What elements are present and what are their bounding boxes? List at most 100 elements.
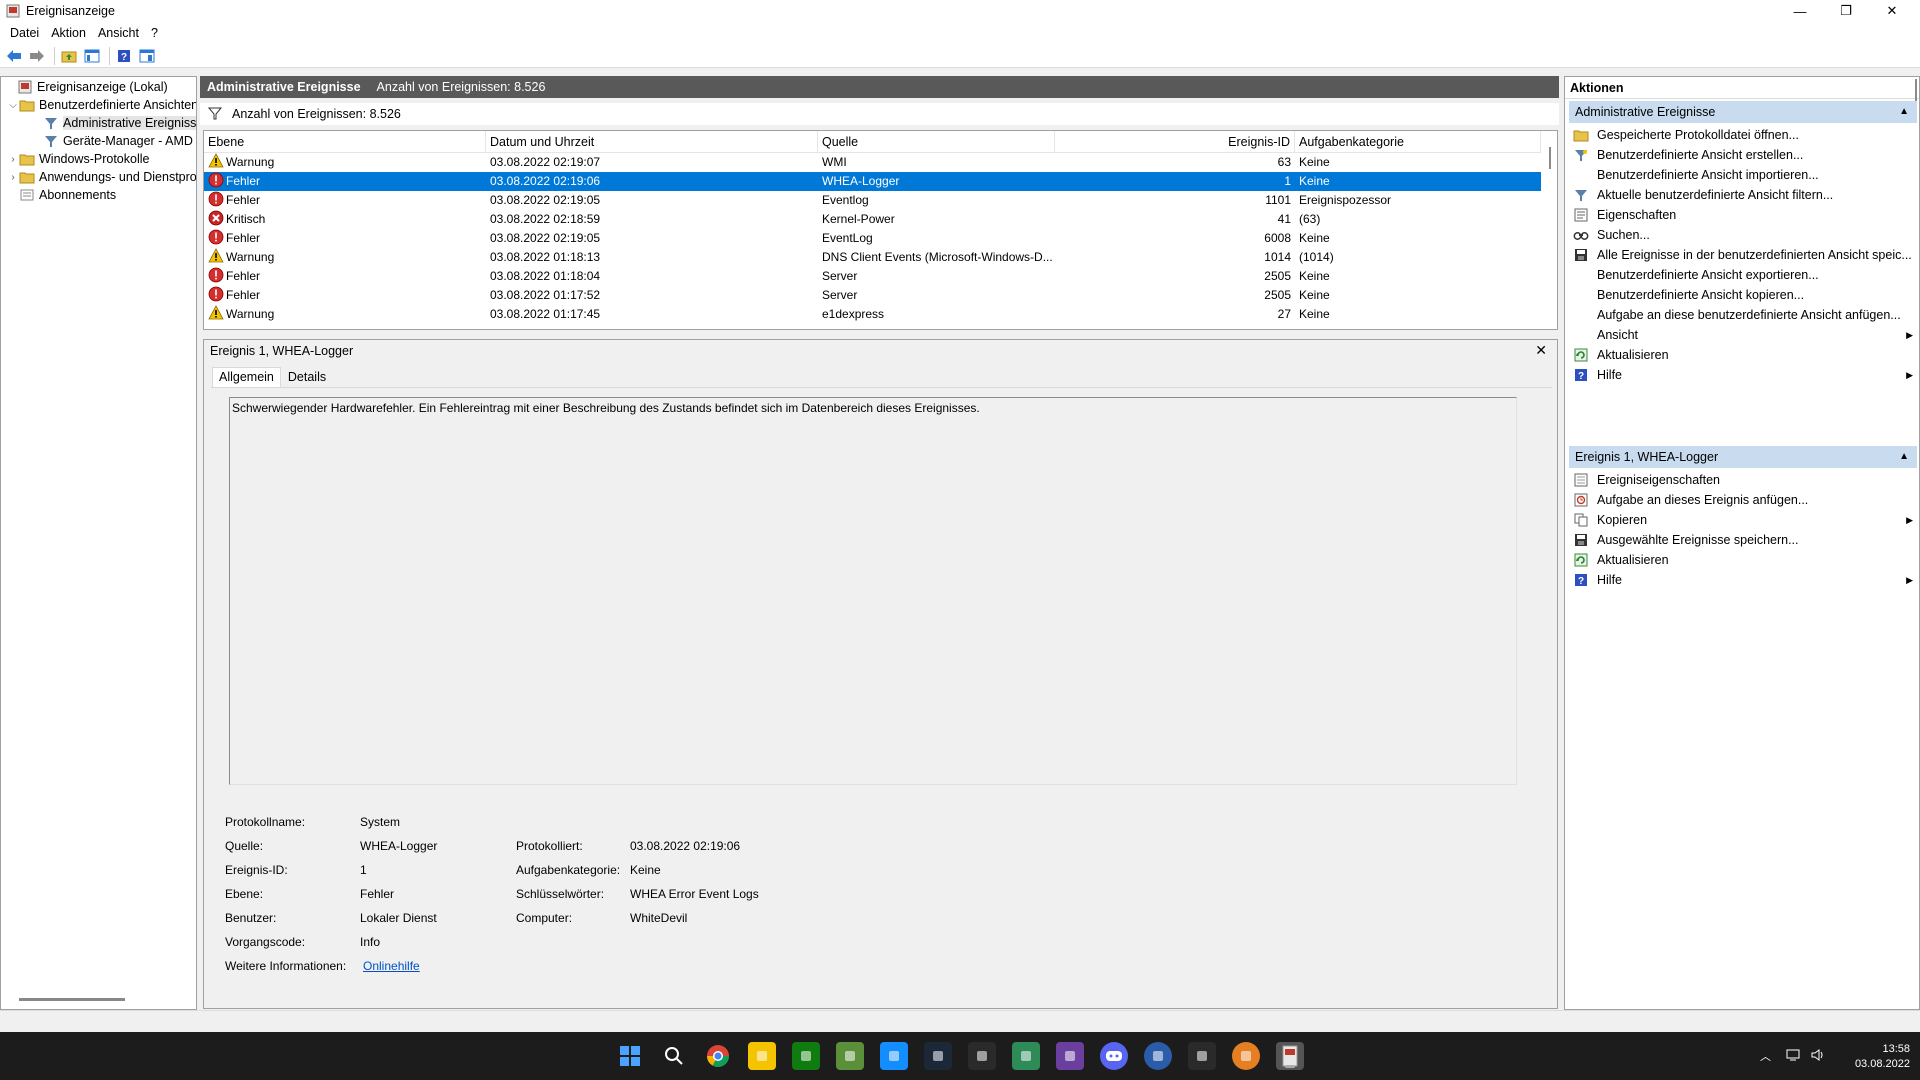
maximize-button[interactable]: ❐ xyxy=(1823,0,1869,22)
steam-icon[interactable] xyxy=(924,1042,952,1070)
action-hilfe[interactable]: ? Hilfe ▶ xyxy=(1569,365,1917,385)
cell-source: Server xyxy=(822,288,858,302)
minimize-button[interactable]: — xyxy=(1777,0,1823,22)
cell-source: Kernel-Power xyxy=(822,212,895,226)
vertical-scrollbar[interactable] xyxy=(1549,147,1551,169)
back-icon[interactable] xyxy=(4,46,24,66)
menu-help[interactable]: ? xyxy=(145,26,164,40)
table-row[interactable]: Kritisch 03.08.2022 02:18:59 Kernel-Power 4… xyxy=(204,210,1541,229)
table-row[interactable]: Warnung 03.08.2022 01:18:13 DNS Client Eve… xyxy=(204,248,1541,267)
tree-item-event-viewer[interactable]: Ereignisanzeige (Lokal) xyxy=(5,78,168,96)
cell-event-id: 6008 xyxy=(1264,231,1291,245)
tab-details[interactable]: Details xyxy=(281,367,333,387)
discord-icon[interactable] xyxy=(1100,1042,1128,1070)
folder-up-icon[interactable] xyxy=(59,46,79,66)
menu-datei[interactable]: Datei xyxy=(4,26,45,40)
section-administrative-events[interactable]: Administrative Ereignisse ▲ xyxy=(1569,101,1917,123)
action-kopieren[interactable]: Kopieren ▶ xyxy=(1569,510,1917,530)
network-icon[interactable] xyxy=(1786,1048,1802,1065)
cell-date: 03.08.2022 01:17:45 xyxy=(490,307,601,321)
action-hilfe[interactable]: ? Hilfe ▶ xyxy=(1569,570,1917,590)
column-header-event-id[interactable]: Ereignis-ID xyxy=(1055,131,1295,153)
action-label: Aktualisieren xyxy=(1597,348,1669,362)
xbox-game-icon[interactable] xyxy=(1012,1042,1040,1070)
table-row[interactable]: Warnung 03.08.2022 02:19:07 WMI 63 Keine xyxy=(204,153,1541,172)
column-header-date[interactable]: Datum und Uhrzeit xyxy=(486,131,818,153)
volume-icon[interactable] xyxy=(1810,1048,1826,1065)
chrome-icon[interactable] xyxy=(704,1042,732,1070)
action-aufgabe-an-dieses-ereignis-anfügen[interactable]: Aufgabe an dieses Ereignis anfügen... xyxy=(1569,490,1917,510)
action-aktuelle-benutzerdefinierte-ansicht-filtern[interactable]: Aktuelle benutzerdefinierte Ansicht filt… xyxy=(1569,185,1917,205)
action-ereigniseigenschaften[interactable]: Ereigniseigenschaften xyxy=(1569,470,1917,490)
event-message[interactable]: Schwerwiegender Hardwarefehler. Ein Fehl… xyxy=(229,397,1517,785)
tree-item-device-manager[interactable]: Geräte-Manager - AMD F xyxy=(31,132,196,150)
action-alle-ereignisse-in-der-benutzerdefinierten-ansicht-speic[interactable]: Alle Ereignisse in der benutzerdefiniert… xyxy=(1569,245,1917,265)
help-icon[interactable]: ? xyxy=(114,46,134,66)
action-gespeicherte-protokolldatei-öffnen[interactable]: Gespeicherte Protokolldatei öffnen... xyxy=(1569,125,1917,145)
tree-item-administrative-events[interactable]: Administrative Ereignisse xyxy=(31,114,196,132)
blue-orb-icon[interactable] xyxy=(1144,1042,1172,1070)
action-suchen[interactable]: Suchen... xyxy=(1569,225,1917,245)
close-icon[interactable]: ✕ xyxy=(1535,342,1547,359)
column-header-level[interactable]: Ebene xyxy=(204,131,486,153)
action-benutzerdefinierte-ansicht-erstellen[interactable]: Benutzerdefinierte Ansicht erstellen... xyxy=(1569,145,1917,165)
chevron-right-icon[interactable]: › xyxy=(7,172,19,183)
tab-general[interactable]: Allgemein xyxy=(212,367,281,387)
purple-app-icon[interactable] xyxy=(1056,1042,1084,1070)
tree-item-custom-views[interactable]: ⌵ Benutzerdefinierte Ansichten xyxy=(7,96,196,114)
table-row[interactable]: Fehler 03.08.2022 02:19:06 WHEA-Logger 1 Kei… xyxy=(204,172,1541,191)
start-icon[interactable] xyxy=(616,1042,644,1070)
table-row[interactable]: Fehler 03.08.2022 01:18:04 Server 2505 Keine xyxy=(204,267,1541,286)
orange-app-icon[interactable] xyxy=(1232,1042,1260,1070)
tree-item-app-service-logs[interactable]: › Anwendungs- und Dienstpro xyxy=(7,168,197,186)
search-icon[interactable] xyxy=(660,1042,688,1070)
column-header-source[interactable]: Quelle xyxy=(818,131,1055,153)
close-button[interactable]: ✕ xyxy=(1869,0,1915,22)
minecraft-icon[interactable] xyxy=(836,1042,864,1070)
properties-icon[interactable] xyxy=(137,46,157,66)
forward-icon[interactable] xyxy=(27,46,47,66)
action-benutzerdefinierte-ansicht-importieren[interactable]: Benutzerdefinierte Ansicht importieren..… xyxy=(1569,165,1917,185)
tree-item-subscriptions[interactable]: Abonnements xyxy=(7,186,116,204)
chevron-up-icon[interactable]: ︿ xyxy=(1760,1048,1771,1064)
cell-category: (1014) xyxy=(1299,250,1334,264)
chevron-down-icon[interactable]: ⌵ xyxy=(7,100,19,111)
table-row[interactable]: Fehler 03.08.2022 02:19:05 Eventlog 1101 Ere… xyxy=(204,191,1541,210)
horizontal-scrollbar[interactable] xyxy=(19,998,125,1001)
collapse-icon[interactable]: ▲ xyxy=(1899,446,1909,468)
column-header-category[interactable]: Aufgabenkategorie xyxy=(1295,131,1541,153)
action-aufgabe-an-diese-benutzerdefinierte-ansicht-anfügen[interactable]: Aufgabe an diese benutzerdefinierte Ansi… xyxy=(1569,305,1917,325)
action-ausgewählte-ereignisse-speichern[interactable]: Ausgewählte Ereignisse speichern... xyxy=(1569,530,1917,550)
menu-ansicht[interactable]: Ansicht xyxy=(92,26,145,40)
section-event-whea[interactable]: Ereignis 1, WHEA-Logger ▲ xyxy=(1569,446,1917,468)
battlenet-icon[interactable] xyxy=(880,1042,908,1070)
tree-item-windows-logs[interactable]: › Windows-Protokolle xyxy=(7,150,149,168)
event-viewer-icon[interactable] xyxy=(1276,1042,1304,1070)
app-grid-icon[interactable] xyxy=(968,1042,996,1070)
chevron-right-icon[interactable]: › xyxy=(7,154,19,165)
table-row[interactable]: Fehler 03.08.2022 01:17:52 Server 2505 Keine xyxy=(204,286,1541,305)
action-ansicht[interactable]: Ansicht ▶ xyxy=(1569,325,1917,345)
action-eigenschaften[interactable]: Eigenschaften xyxy=(1569,205,1917,225)
find-icon xyxy=(1573,227,1589,243)
save-icon xyxy=(1573,247,1589,263)
online-help-link[interactable]: Onlinehilfe xyxy=(363,959,420,973)
action-benutzerdefinierte-ansicht-kopieren[interactable]: Benutzerdefinierte Ansicht kopieren... xyxy=(1569,285,1917,305)
tree-label: Anwendungs- und Dienstpro xyxy=(39,170,197,184)
properties-icon xyxy=(1573,207,1589,223)
action-aktualisieren[interactable]: Aktualisieren xyxy=(1569,550,1917,570)
table-row[interactable]: Warnung 03.08.2022 01:17:45 e1dexpress 27 Ke… xyxy=(204,305,1541,324)
tab-content: Schwerwiegender Hardwarefehler. Ein Fehl… xyxy=(211,387,1552,1003)
console-tree-icon[interactable] xyxy=(82,46,102,66)
table-row[interactable]: Fehler 03.08.2022 02:19:05 EventLog 6008 Kei… xyxy=(204,229,1541,248)
error-icon xyxy=(208,229,224,245)
action-aktualisieren[interactable]: Aktualisieren xyxy=(1569,345,1917,365)
clock[interactable]: 13:58 03.08.2022 xyxy=(1855,1042,1910,1072)
xbox-icon[interactable] xyxy=(792,1042,820,1070)
explorer-icon[interactable] xyxy=(748,1042,776,1070)
menu-aktion[interactable]: Aktion xyxy=(45,26,92,40)
collapse-icon[interactable]: ▲ xyxy=(1899,101,1909,123)
figure-icon[interactable] xyxy=(1188,1042,1216,1070)
action-benutzerdefinierte-ansicht-exportieren[interactable]: Benutzerdefinierte Ansicht exportieren..… xyxy=(1569,265,1917,285)
action-label: Alle Ereignisse in der benutzerdefiniert… xyxy=(1597,248,1912,262)
